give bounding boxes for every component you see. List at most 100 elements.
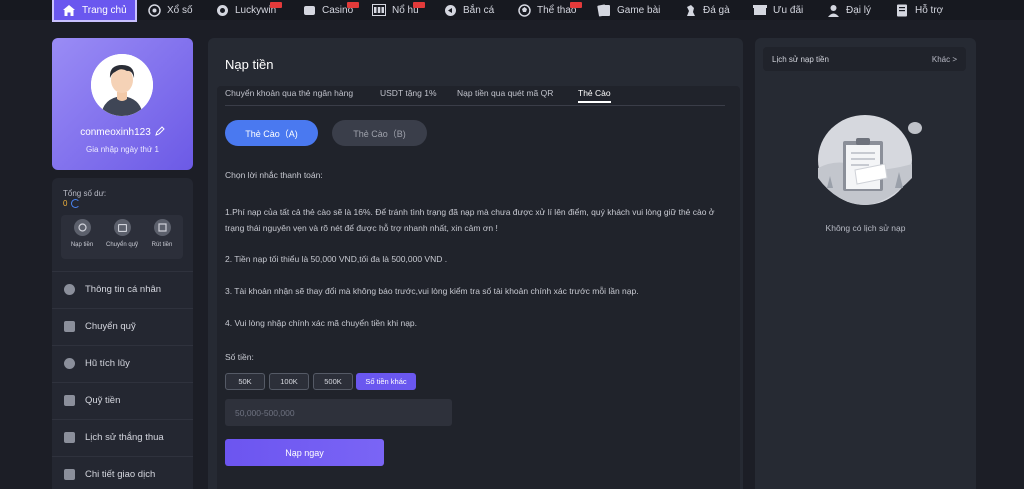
nav-item-support[interactable]: Hỗ trợ [895,0,943,20]
sidebar-item-jar[interactable]: Hũ tích lũy [52,345,193,381]
nav-item-rooster[interactable]: Đá gà [683,0,730,20]
sidebar-item-label: Lịch sử thắng thua [85,432,164,443]
sidebar-item-label: Chi tiết giao dịch [85,469,156,480]
nav-item-gift[interactable]: Ưu đãi [753,0,803,20]
join-date: Gia nhập ngày thứ 1 [86,145,159,154]
tab-usdt[interactable]: USDT tặng 1% [380,88,437,98]
deposit-content: Chuyển khoản qua thẻ ngân hàng USDT tặng… [217,86,740,489]
nav-label: Game bài [617,4,661,16]
sidebar-item-transfer[interactable]: Chuyển quỹ [52,308,193,344]
nav-item-lottery[interactable]: Xổ số [147,0,193,20]
nav-label: Thể thao [537,1,583,16]
hot-badge [270,1,283,8]
top-nav: Trang chủ Xổ số Luckywin Casino Nổ hũ Bắ… [0,0,1024,22]
nav-label: Bắn cá [463,4,495,16]
hot-badge [412,1,425,8]
quick-label: Chuyển quỹ [105,242,139,248]
home-icon [62,3,76,17]
sidebar-item-label: Chuyển quỹ [85,321,136,332]
amount-500k-button[interactable]: 500K [313,373,353,390]
edit-icon[interactable] [155,126,165,139]
payment-tabs: Chuyển khoản qua thẻ ngân hàng USDT tặng… [225,86,725,106]
sidebar-item-label: Thông tin cá nhân [85,284,162,295]
nav-item-agent[interactable]: Đại lý [826,0,871,20]
amount-50k-button[interactable]: 50K [225,373,265,390]
receipt-icon [64,469,75,480]
support-icon [895,3,909,17]
deposit-history-panel: Lịch sử nạp tiền Khác > Không có lịch sử… [755,38,976,489]
sidebar-item-profile[interactable]: Thông tin cá nhân [52,271,193,307]
wallet-icon [64,321,75,332]
agent-icon [826,3,840,17]
transfer-icon [113,219,131,236]
nav-label: Đại lý [846,4,872,16]
page-title: Nạp tiền [225,57,274,72]
nav-item-casino[interactable]: Casino [302,0,360,20]
sports-icon [517,3,531,17]
deposit-submit-button[interactable]: Nạp ngay [225,439,384,466]
nav-item-sports[interactable]: Thể thao [517,0,583,20]
sidebar-item-label: Quỹ tiền [85,395,121,406]
lottery-icon [147,3,161,17]
note-4: 4. Vui lòng nhập chính xác mã chuyển tiề… [225,318,418,328]
refresh-icon[interactable] [71,199,81,208]
withdraw-icon [153,219,171,236]
card-b-tab[interactable]: Thẻ Cào（B) [332,120,427,146]
amount-label: Số tiền: [225,352,254,362]
nav-label: Ưu đãi [773,4,804,16]
avatar[interactable] [91,54,153,116]
sidebar-item-fund[interactable]: Quỹ tiền [52,382,193,418]
nav-item-slot[interactable]: Nổ hũ [372,0,425,20]
nav-label: Luckywin [235,1,283,16]
rooster-icon [683,3,697,17]
empty-history-text: Không có lịch sử nạp [825,223,906,233]
nav-item-fish[interactable]: Bắn cá [443,0,494,20]
balance-value: 0 [63,199,68,208]
fish-icon [443,3,457,17]
profile-card: conmeoxinh123 Gia nhập ngày thứ 1 [52,38,193,170]
gift-icon [753,3,767,17]
nav-label: Casino [322,1,360,16]
card-a-tab[interactable]: Thẻ Cào（A) [225,120,318,146]
quick-deposit[interactable]: Nạp tiền [62,219,102,248]
tab-qr[interactable]: Nạp tiền qua quét mã QR [457,88,553,98]
nav-label: Đá gà [703,4,730,16]
note-2: 2. Tiền nạp tối thiểu là 50,000 VND,tối … [225,254,448,264]
quick-label: Nạp tiền [70,242,94,248]
user-icon [64,284,75,295]
tab-bank-transfer[interactable]: Chuyển khoản qua thẻ ngân hàng [225,88,353,98]
amount-other-button[interactable]: Số tiền khác [356,373,416,390]
hot-badge [347,1,360,8]
nav-item-home[interactable]: Trang chủ [52,0,137,22]
history-icon [64,432,75,443]
deposit-panel: Nạp tiền Chuyển khoản qua thẻ ngân hàng … [208,38,743,489]
username-row: conmeoxinh123 [52,126,193,139]
hot-badge [570,1,583,8]
sidebar-item-transactions[interactable]: Chi tiết giao dịch [52,456,193,489]
jar-icon [64,358,75,369]
amount-100k-button[interactable]: 100K [269,373,309,390]
nav-item-cards[interactable]: Game bài [597,0,660,20]
history-more-link[interactable]: Khác > [932,55,957,64]
quick-withdraw[interactable]: Rút tiền [142,219,182,248]
empty-clipboard-illustration [807,108,925,213]
tab-scratch-card[interactable]: Thẻ Cào [578,88,611,103]
quick-transfer[interactable]: Chuyển quỹ [102,219,142,248]
nav-label: Nổ hũ [392,1,425,16]
quick-label: Rút tiền [151,242,173,248]
history-header: Lịch sử nạp tiền Khác > [763,47,966,71]
nav-item-luckywin[interactable]: Luckywin [215,0,283,20]
cards-icon [597,3,611,17]
balance-label: Tổng số dư: [63,189,107,198]
sidebar: Tổng số dư: 0 Nạp tiền Chuyển quỹ Rút ti… [52,178,193,489]
sidebar-item-history[interactable]: Lịch sử thắng thua [52,419,193,455]
notes-heading: Chọn lời nhắc thanh toán: [225,170,323,180]
nav-label: Xổ số [167,4,193,16]
sidebar-item-label: Hũ tích lũy [85,358,130,369]
nav-label: Hỗ trợ [915,4,944,16]
amount-input[interactable]: 50,000-500,000 [225,399,452,426]
username: conmeoxinh123 [80,127,151,138]
quick-actions: Nạp tiền Chuyển quỹ Rút tiền [61,215,183,259]
note-3: 3. Tài khoản nhận sẽ thay đổi mà không b… [225,286,639,296]
note-1: 1.Phí nạp của tất cả thẻ cào sẽ là 16%. … [225,207,715,233]
